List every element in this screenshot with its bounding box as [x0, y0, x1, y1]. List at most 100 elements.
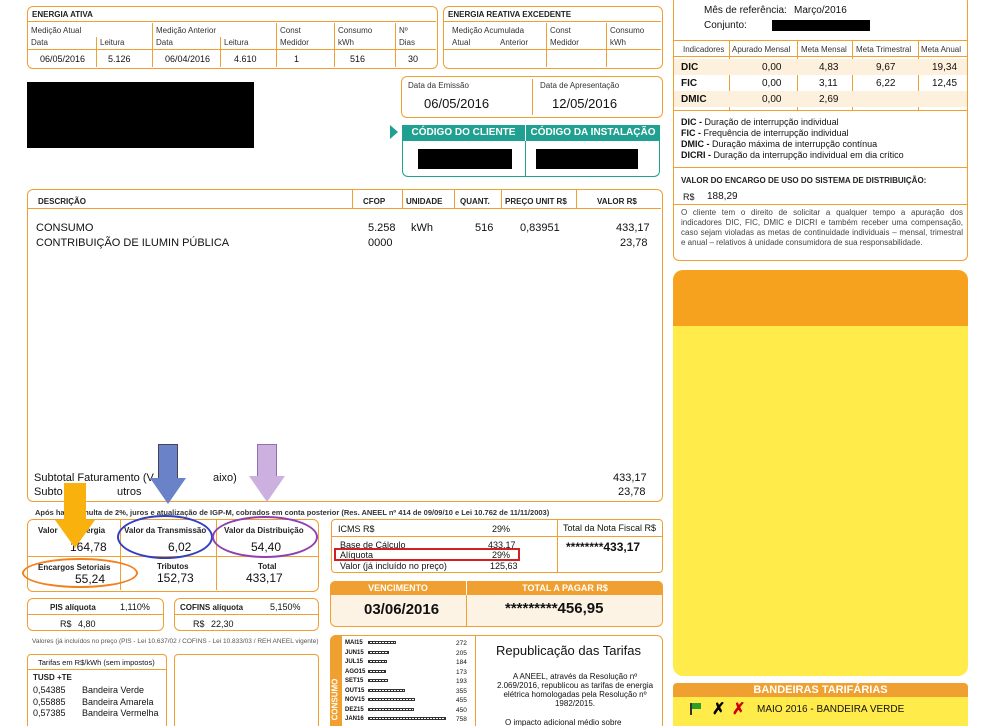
ind-trim-fic: 6,22 — [876, 78, 896, 89]
tarifas-header: TUSD +TE — [33, 673, 72, 682]
cofins-val: 22,30 — [211, 619, 234, 629]
total-pagar-header: TOTAL A PAGAR R$ — [467, 581, 663, 595]
divider — [352, 190, 353, 208]
kwh-label: kWh — [338, 38, 354, 47]
pis-cur: R$ — [60, 619, 72, 629]
flag-green-icon-cloth — [692, 703, 701, 709]
codigo-cliente-header: CÓDIGO DO CLIENTE — [402, 125, 525, 141]
annotation-arrow-purple-head-icon — [249, 476, 285, 502]
republicacao-text2: O impacto adicional médio sobre — [505, 718, 622, 726]
total-nota-val: ********433,17 — [566, 540, 641, 554]
divider — [175, 614, 318, 615]
medidor-label: Medidor — [280, 38, 309, 47]
conjunto-label: Conjunto: — [704, 20, 747, 31]
referencia-box: Mês de referência: Março/2016 Conjunto: … — [673, 0, 968, 261]
hist-bar — [368, 641, 396, 644]
leitura-atual: 5.126 — [108, 54, 131, 64]
tarifas-title: Tarifas em R$/kWh (sem impostos) — [38, 658, 155, 667]
desc-cfop-contribuicao: 0000 — [368, 237, 393, 249]
hist-bar — [368, 688, 405, 692]
leitura-label-ant: Leitura — [224, 38, 249, 47]
desc-quant-consumo: 516 — [475, 222, 494, 234]
total-label: Total — [258, 562, 277, 571]
tarifa-amarela-label: Bandeira Amarela — [82, 697, 154, 707]
desc-header-preco: PREÇO UNIT R$ — [505, 197, 567, 206]
ind-mensal-dic: 4,83 — [819, 62, 839, 73]
divider — [466, 595, 467, 627]
pis-label: PIS alíquota — [50, 603, 96, 612]
mes-label: Mês de referência: — [704, 5, 787, 16]
divider — [28, 49, 436, 50]
empty-box — [174, 654, 319, 726]
divider — [454, 190, 455, 208]
annotation-arrow-orange-icon — [64, 483, 86, 523]
emissao-label: Data da Emissão — [408, 81, 469, 90]
divider — [332, 536, 662, 537]
medidor-label: Medidor — [550, 38, 579, 47]
aliquota-label: Alíquota — [340, 550, 374, 560]
divider — [674, 40, 967, 41]
annotation-arrow-blue-head-icon — [150, 478, 186, 504]
divider — [28, 21, 436, 22]
ind-anual-dic: 19,34 — [932, 62, 958, 73]
codigo-instalacao-header: CÓDIGO DA INSTALAÇÃO — [526, 125, 660, 141]
hist-value: 758 — [456, 716, 467, 723]
divider — [674, 110, 967, 111]
desc-header-valor: VALOR R$ — [597, 197, 637, 206]
teal-arrow-icon — [390, 125, 398, 139]
vencimento-val: 03/06/2016 — [364, 601, 440, 618]
hist-bar — [368, 707, 414, 711]
divider — [334, 23, 335, 67]
desc-cfop-consumo: 5.258 — [368, 222, 396, 234]
desc-item-consumo: CONSUMO — [36, 222, 94, 234]
icms-label: ICMS R$ — [338, 524, 375, 534]
hist-bar — [368, 669, 386, 673]
redacted-codigo-cliente — [418, 149, 512, 169]
ind-mensal-dmic: 2,69 — [819, 94, 839, 105]
const-label: Const — [280, 26, 301, 35]
annotation-arrow-purple-icon — [257, 444, 277, 478]
divider — [501, 190, 502, 208]
subtotal-outros-label: Subto — [34, 486, 63, 498]
data-label-ant: Data — [156, 38, 173, 47]
desc-header-cfop: CFOP — [363, 197, 386, 206]
hist-value: 355 — [456, 687, 467, 695]
legend-dicri: DICRI - Duração da interrupção individua… — [681, 150, 904, 160]
divider — [674, 204, 967, 205]
energia-ativa-box: ENERGIA ATIVA Medição Atual Data Leitura… — [27, 6, 438, 69]
medicao-anterior-label: Medição Anterior — [156, 26, 217, 35]
ind-header-apurado: Apurado Mensal — [732, 45, 791, 54]
legal-note: Valores (já incluídos no preço (PIS - Le… — [32, 638, 319, 645]
nota-direitos: O cliente tem o direito de solicitar a q… — [681, 208, 963, 247]
subtotal-faturamento-label: Subtotal Faturamento (V — [34, 472, 154, 484]
hist-value: 205 — [456, 649, 467, 657]
energia-reativa-box: ENERGIA REATIVA EXCEDENTE Medição Acumul… — [443, 6, 663, 69]
tarifa-verde-val: 0,54385 — [33, 685, 66, 695]
divider — [402, 190, 403, 208]
total-nota-label: Total da Nota Fiscal R$ — [563, 523, 657, 533]
annotation-arrow-orange-head-icon — [55, 520, 95, 548]
dias-val: 30 — [408, 54, 419, 64]
republicacao-title: Republicação das Tarifas — [496, 643, 642, 658]
pis-pct: 1,110% — [120, 602, 150, 612]
apresentacao-val: 12/05/2016 — [552, 96, 618, 111]
hist-month-label: DEZ15 — [345, 706, 364, 713]
ind-apurado-dmic: 0,00 — [762, 94, 782, 105]
desc-preco-consumo: 0,83951 — [520, 222, 560, 234]
const-label: Const — [550, 26, 571, 35]
hist-month-label: JAN16 — [345, 716, 364, 722]
consumo-val: 516 — [350, 54, 366, 64]
tributos-label: Tributos — [157, 562, 189, 571]
divider — [276, 23, 277, 67]
vencimento-header: VENCIMENTO — [330, 581, 466, 595]
hist-month-label: SET15 — [345, 678, 364, 684]
icms-valor-label: Valor (já incluído no preço) — [340, 561, 447, 571]
ind-trim-dic: 9,67 — [876, 62, 896, 73]
hist-value: 450 — [456, 706, 467, 714]
atual-label: Atual — [452, 38, 471, 47]
energia-ativa-title: ENERGIA ATIVA — [32, 10, 93, 19]
pis-val: 4,80 — [78, 619, 96, 629]
bandeiras-title: BANDEIRAS TARIFÁRIAS — [673, 683, 968, 697]
multa-note: Após haverá multa de 2%, juros e atualiz… — [35, 508, 550, 517]
hist-bar — [368, 679, 388, 682]
